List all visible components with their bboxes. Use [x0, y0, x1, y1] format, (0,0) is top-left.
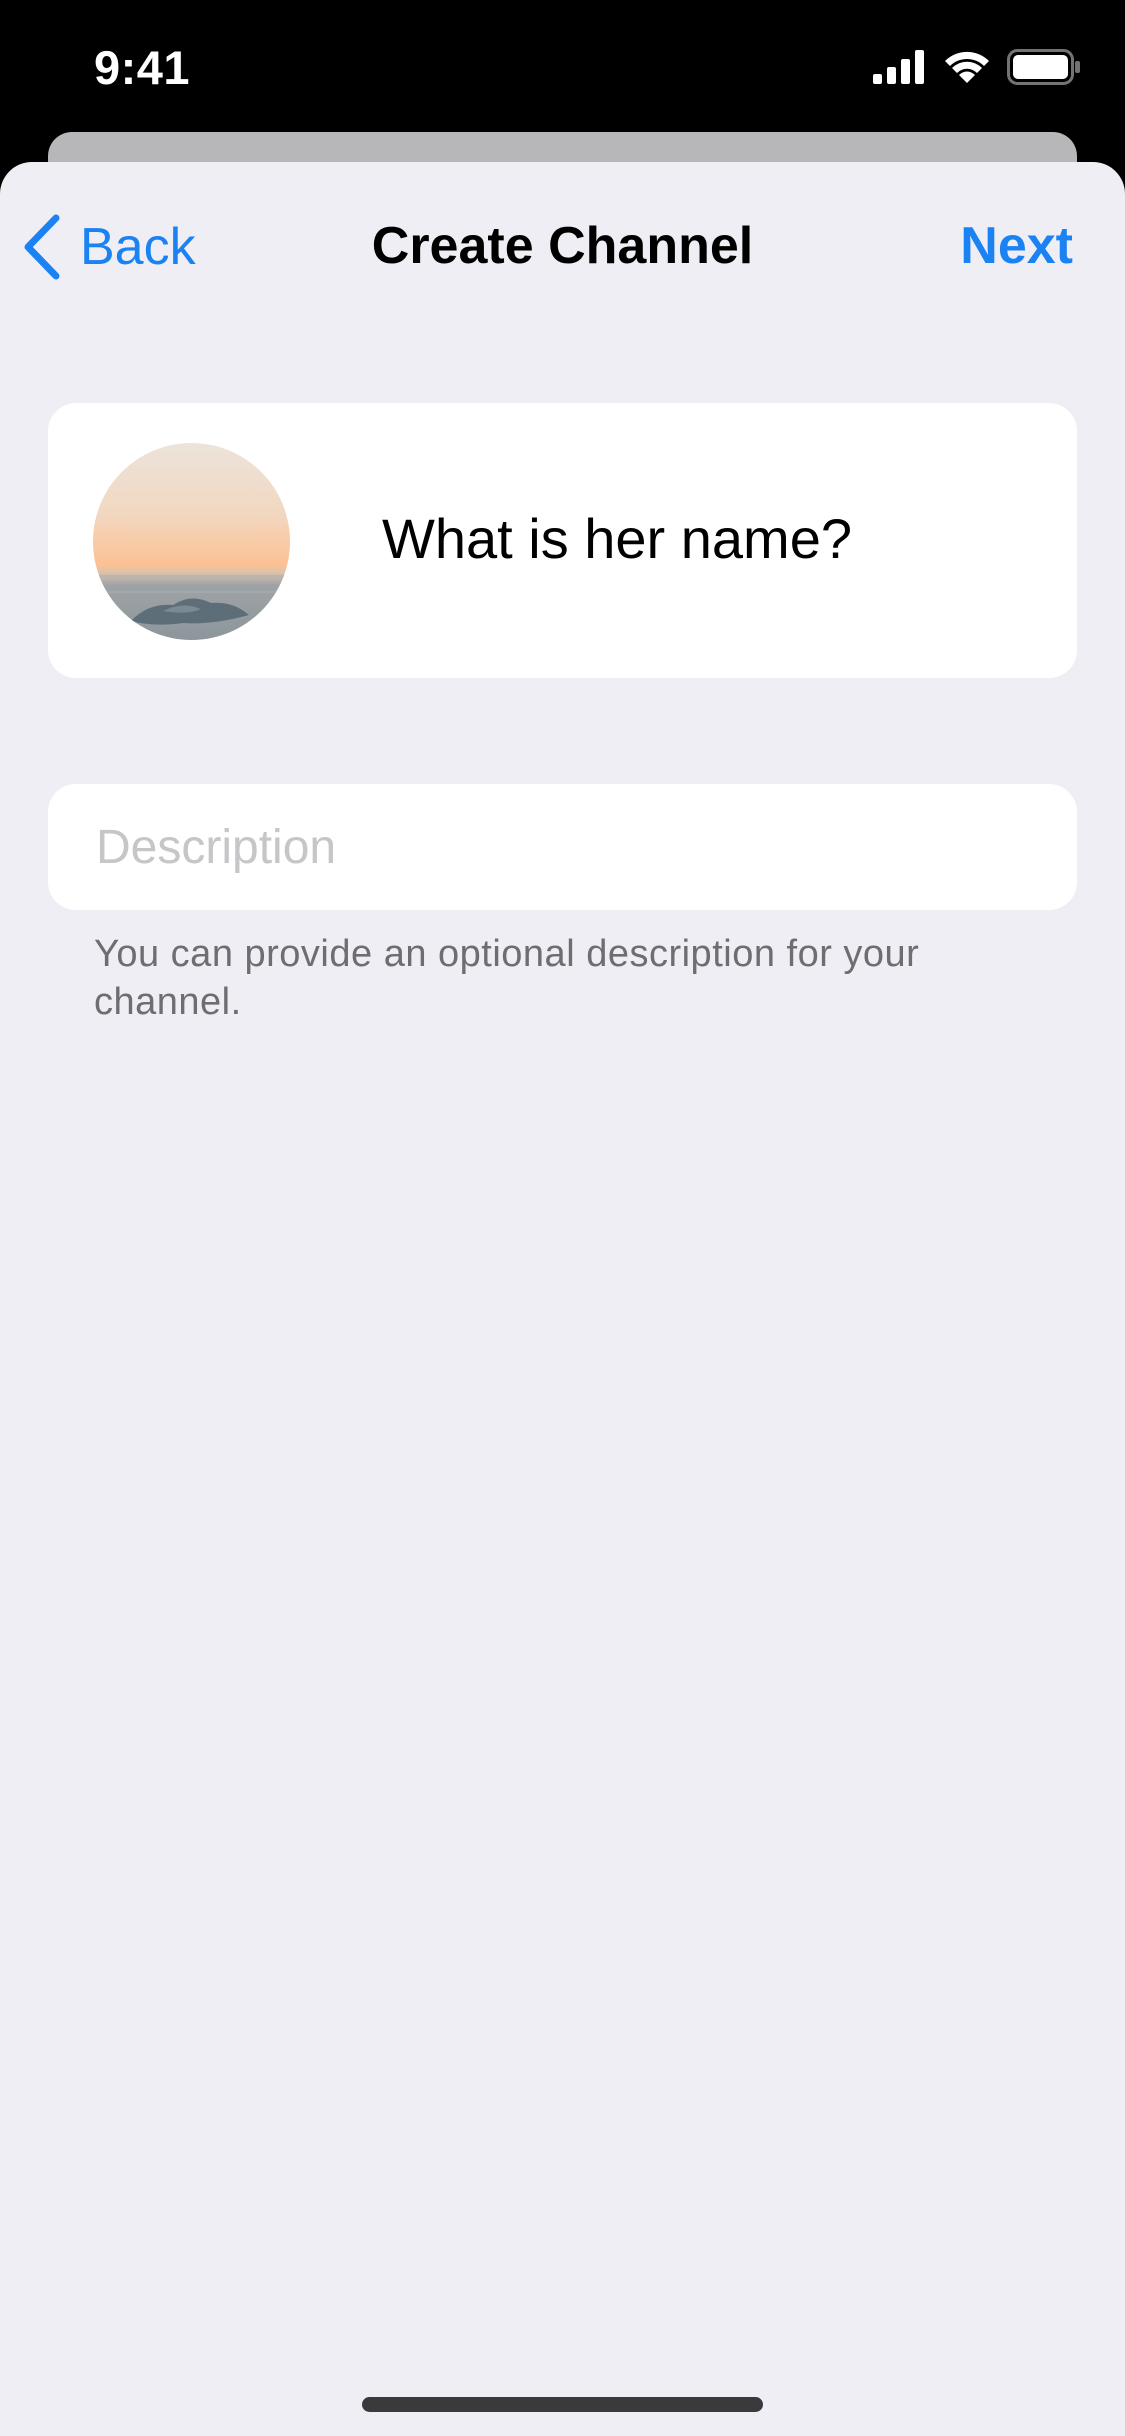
status-bar: 9:41 — [0, 0, 1125, 132]
home-indicator[interactable] — [362, 2397, 763, 2412]
status-icons — [873, 48, 1081, 90]
status-time: 9:41 — [94, 41, 191, 94]
page-title: Create Channel — [371, 217, 754, 275]
description-card — [48, 784, 1077, 910]
next-button[interactable]: Next — [960, 216, 1073, 276]
channel-photo-avatar[interactable] — [93, 443, 290, 640]
wifi-icon — [943, 49, 991, 90]
sunset-photo-icon — [93, 443, 290, 640]
channel-name-card — [48, 403, 1077, 678]
description-hint: You can provide an optional description … — [94, 933, 920, 1023]
create-channel-sheet: Back Create Channel Next What is her nam… — [0, 162, 1125, 2436]
cellular-signal-icon — [873, 49, 927, 89]
description-input[interactable] — [96, 804, 1036, 890]
navigation-bar: Back Create Channel Next — [0, 162, 1125, 332]
battery-icon — [1007, 48, 1081, 90]
channel-name-input[interactable] — [382, 498, 1042, 578]
